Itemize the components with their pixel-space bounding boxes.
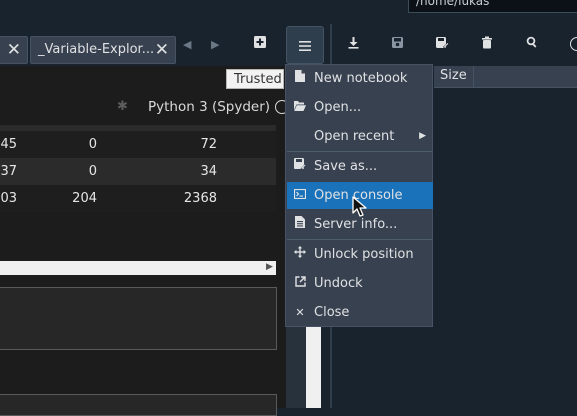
horizontal-scrollbar[interactable] [0,261,276,275]
new-file-icon [293,65,307,92]
save-icon[interactable] [391,36,404,53]
search-icon[interactable] [526,36,538,52]
file-info-icon [293,211,307,238]
scroll-tabs-left-icon[interactable]: ◀ [183,38,191,51]
menu-item-label: Close [314,305,350,320]
column-divider [473,66,474,87]
path-text: /home/lukas [416,0,490,8]
table-cell: 37 [0,164,17,179]
table-cell: 0 [88,164,97,179]
path-bar[interactable]: /home/lukas [408,0,577,13]
table-row: 03 204 2368 [0,185,276,212]
menu-item-undock[interactable]: Undock [287,270,433,297]
menu-item-label: Open... [314,100,362,115]
save-as-icon[interactable] [435,36,449,53]
scroll-tabs-right-icon[interactable]: ▶ [211,38,219,51]
download-icon[interactable] [347,36,360,53]
size-header-label: Size [440,68,467,83]
table-cell: 0 [88,137,97,152]
table-cell: 34 [200,164,217,179]
menu-item-open-recent[interactable]: Open recent ▶ [287,123,433,150]
table-cell: 72 [200,137,217,152]
tab-notebook-1[interactable]: ✕ [0,36,28,64]
refresh-icon[interactable] [570,37,577,51]
external-link-icon [293,270,307,297]
bug-icon: ✱ [117,99,128,114]
menu-item-unlock-position[interactable]: Unlock position [287,241,433,268]
mouse-cursor-icon [352,196,368,222]
table-row: 45 0 72 [0,131,276,158]
menu-item-label: Unlock position [314,247,414,262]
menu-item-label: Save as... [314,159,378,174]
close-icon: ✕ [295,306,305,319]
menu-item-new-notebook[interactable]: New notebook [287,65,433,92]
menu-item-label: Open recent [314,129,395,144]
new-tab-button[interactable] [251,35,269,53]
tab-label: _Variable-Explor... [38,42,155,57]
trusted-badge[interactable]: Trusted [226,69,284,89]
trash-icon[interactable] [481,36,493,53]
kernel-name: Python 3 (Spyder) [148,99,271,115]
table-row: 37 0 34 [0,158,276,185]
close-icon[interactable]: ✕ [7,37,21,63]
table-cell: 45 [0,137,17,152]
menu-item-close[interactable]: ✕ Close [287,299,433,326]
console-icon [293,182,307,209]
save-as-icon [293,153,307,180]
menu-separator [287,151,433,152]
hamburger-icon [299,40,311,51]
menu-item-label: New notebook [314,71,408,86]
code-cell[interactable] [0,394,277,416]
close-icon[interactable]: ✕ [155,37,169,63]
folder-open-icon [293,94,307,121]
table-cell: 204 [72,191,97,206]
menu-item-open[interactable]: Open... [287,94,433,121]
submenu-arrow-icon: ▶ [419,131,426,141]
file-toolbar [333,24,577,66]
plus-square-icon [254,36,266,48]
tab-variable-explorer[interactable]: _Variable-Explor... ✕ [30,36,176,64]
scroll-right-icon[interactable]: ▶ [266,262,273,272]
table-cell: 03 [0,191,17,206]
menu-item-save-as[interactable]: Save as... [287,153,433,180]
code-cell[interactable] [0,287,277,350]
table-cell: 2368 [183,191,217,206]
options-menu-button[interactable] [286,26,324,64]
menu-separator [287,239,433,240]
move-icon [293,241,307,268]
menu-item-label: Undock [314,276,363,291]
